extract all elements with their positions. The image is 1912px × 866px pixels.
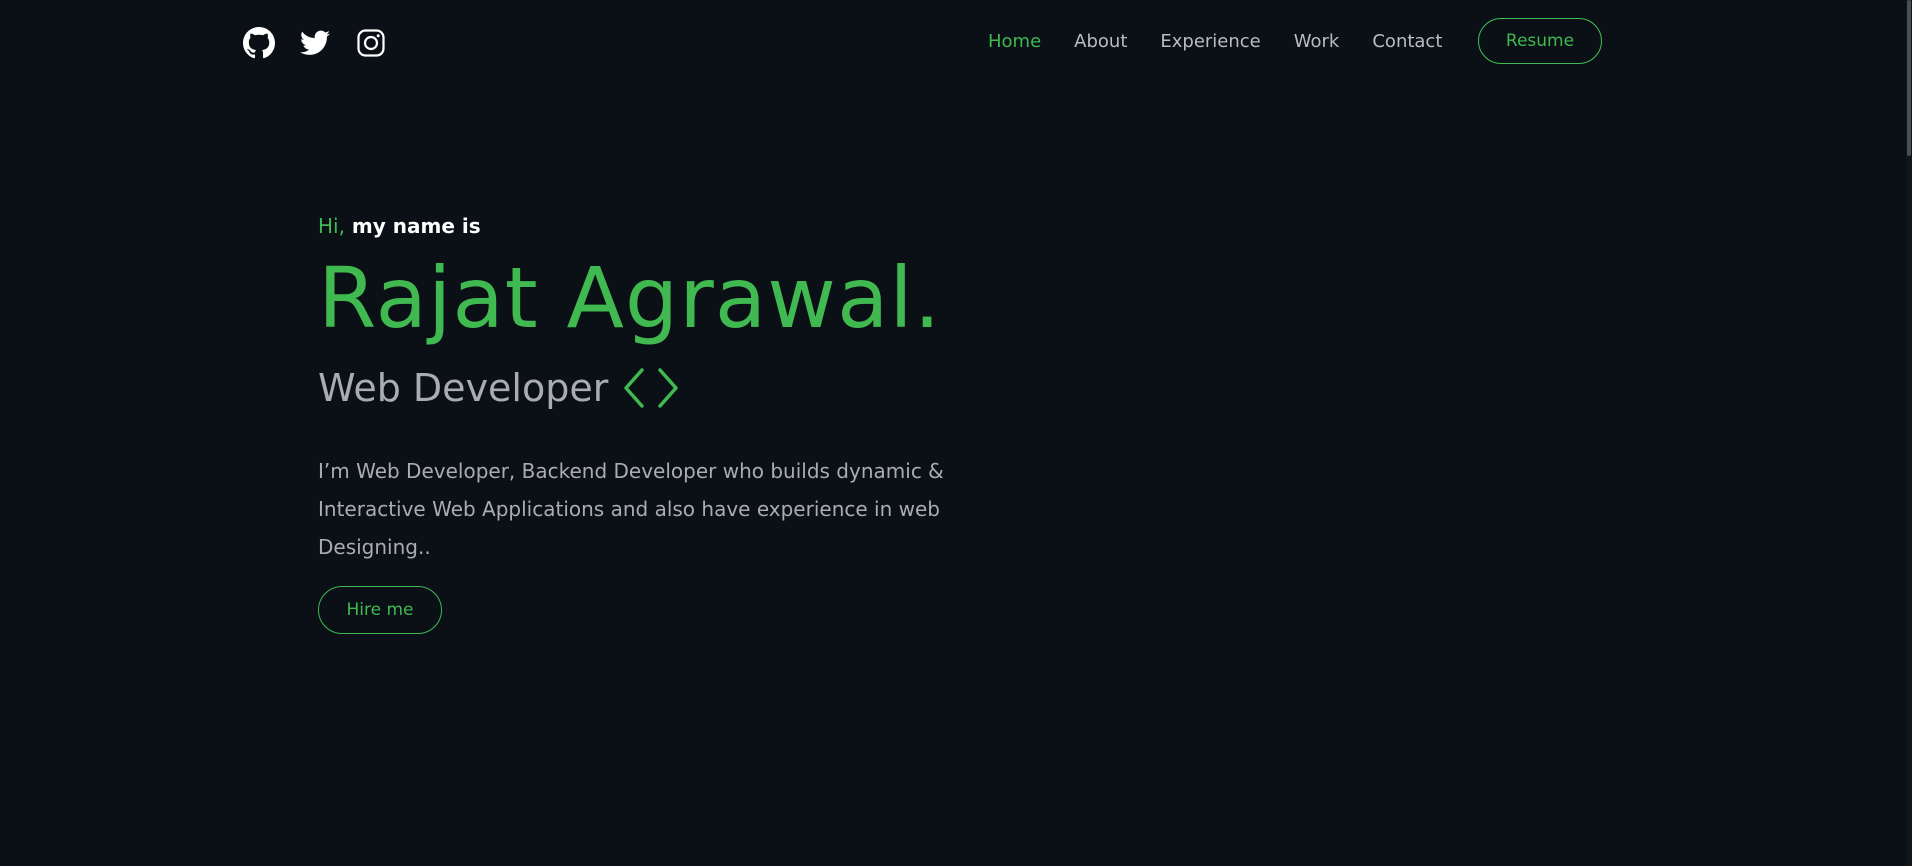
hero-name: Rajat Agrawal. [318,249,942,347]
nav-experience-link[interactable]: Experience [1160,30,1260,54]
resume-button[interactable]: Resume [1478,18,1602,64]
greeting-rest: my name is [351,214,481,238]
greeting: Hi, my name is [318,210,1018,242]
page: Home About Experience Work Contact Resum… [0,0,1912,866]
instagram-link[interactable] [354,26,388,60]
greeting-hi: Hi, [318,214,345,238]
github-link[interactable] [242,26,276,60]
instagram-icon [357,29,385,57]
nav-home-link[interactable]: Home [988,30,1041,54]
code-brackets-icon [620,366,682,410]
hire-me-button[interactable]: Hire me [318,586,442,634]
role-text: Web Developer [318,366,609,410]
hero-section: Hi, my name is Rajat Agrawal. Web Develo… [318,210,1018,634]
github-icon [243,27,275,59]
twitter-link[interactable] [298,26,332,60]
twitter-icon [300,30,330,56]
scrollbar-thumb[interactable] [1907,0,1911,156]
nav-work-link[interactable]: Work [1294,30,1340,54]
hero-bio: I’m Web Developer, Backend Developer who… [318,459,944,559]
hero-role: Web Developer [318,362,1018,414]
main-nav: Home About Experience Work Contact [988,30,1475,54]
nav-contact-link[interactable]: Contact [1372,30,1442,54]
site-header: Home About Experience Work Contact Resum… [0,0,1900,86]
nav-about-link[interactable]: About [1074,30,1127,54]
page-scrollbar[interactable] [1906,0,1912,866]
social-links [242,26,388,60]
